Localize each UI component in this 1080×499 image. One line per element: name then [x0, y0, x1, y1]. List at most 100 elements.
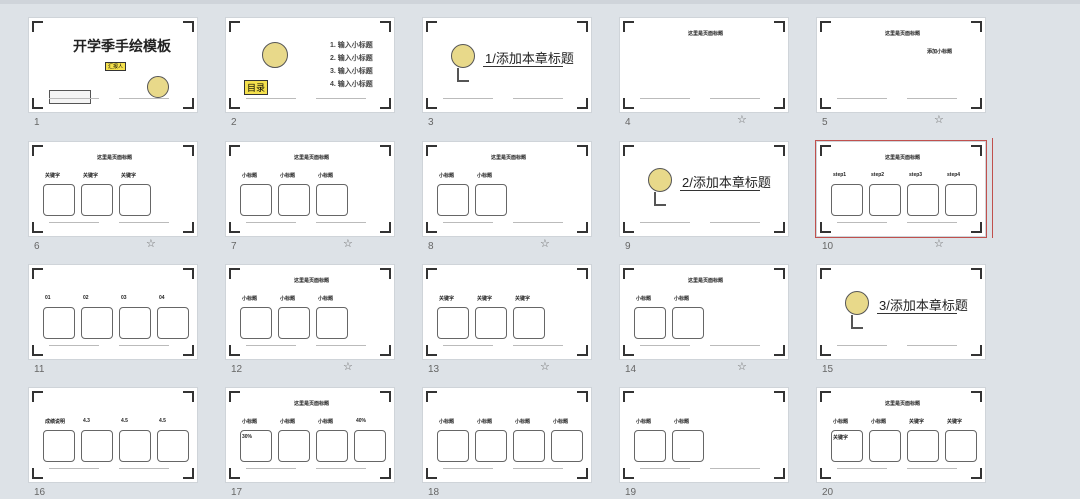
slide-number: 20 — [822, 487, 834, 498]
sketch-box — [316, 430, 348, 462]
globe-stand — [654, 192, 666, 206]
slide-thumbnail-12[interactable]: 这里是页面标题 小标题 小标题 小标题 — [225, 264, 395, 360]
corner-bracket-icon — [229, 98, 240, 109]
text-line — [837, 468, 887, 469]
animation-star-icon[interactable]: ☆ — [343, 239, 353, 250]
animation-star-icon[interactable]: ☆ — [737, 115, 747, 126]
sketch-box — [157, 430, 189, 462]
text-line — [246, 222, 296, 223]
corner-bracket-icon — [774, 345, 785, 356]
slide-thumbnail-19[interactable]: 小标题 小标题 — [619, 387, 789, 483]
corner-bracket-icon — [229, 145, 240, 156]
animation-star-icon[interactable]: ☆ — [540, 239, 550, 250]
slide-label: 小标题 — [242, 173, 258, 179]
slide-label: 02 — [83, 295, 89, 301]
slide-slot: 1. 输入小标题 2. 输入小标题 3. 输入小标题 4. 输入小标题 目录 2 — [225, 17, 395, 129]
corner-bracket-icon — [426, 98, 437, 109]
sketch-box — [119, 430, 151, 462]
text-line — [513, 222, 563, 223]
slide-number: 17 — [231, 487, 243, 498]
slide-thumbnail-13[interactable]: 关键字 关键字 关键字 — [422, 264, 592, 360]
slide-thumbnail-6[interactable]: 这里是页面标题 关键字 关键字 关键字 — [28, 141, 198, 237]
corner-bracket-icon — [426, 391, 437, 402]
corner-bracket-icon — [426, 468, 437, 479]
sketch-box — [81, 184, 113, 216]
corner-bracket-icon — [32, 145, 43, 156]
corner-bracket-icon — [623, 268, 634, 279]
slide-title: 2/添加本章标题 — [682, 175, 771, 190]
slide-thumbnail-17[interactable]: 这里是页面标题 小标题 小标题 小标题 40% 30% — [225, 387, 395, 483]
slide-thumbnail-14[interactable]: 这里是页面标题 小标题 小标题 — [619, 264, 789, 360]
slide-label: 01 — [45, 295, 51, 301]
slide-number: 18 — [428, 487, 440, 498]
corner-bracket-icon — [623, 391, 634, 402]
slide-number: 8 — [428, 241, 434, 252]
slide-thumbnail-16[interactable]: 成绩说明 4.3 4.5 4.5 — [28, 387, 198, 483]
corner-bracket-icon — [623, 468, 634, 479]
slide-number: 16 — [34, 487, 46, 498]
animation-star-icon[interactable]: ☆ — [737, 362, 747, 373]
slide-label: 关键字 — [477, 296, 493, 302]
corner-bracket-icon — [183, 391, 194, 402]
slide-thumbnail-10[interactable]: 这里是页面标题 step1 step2 step3 step4 — [815, 140, 987, 238]
animation-star-icon[interactable]: ☆ — [934, 239, 944, 250]
slide-thumbnail-20[interactable]: 这里是页面标题 小标题 小标题 关键字 关键字 关键字 — [816, 387, 986, 483]
sketch-box — [354, 430, 386, 462]
slide-number: 6 — [34, 241, 40, 252]
slide-thumbnail-11[interactable]: 01 02 03 04 — [28, 264, 198, 360]
slide-label: 小标题 — [833, 419, 849, 425]
slide-number: 11 — [34, 364, 45, 375]
slide-number: 3 — [428, 117, 434, 128]
slide-thumbnail-9[interactable]: 2/添加本章标题 — [619, 141, 789, 237]
globe-illustration — [147, 76, 169, 98]
corner-bracket-icon — [380, 98, 391, 109]
corner-bracket-icon — [32, 222, 43, 233]
slide-thumbnail-5[interactable]: 这里是页面标题 添加小标题 — [816, 17, 986, 113]
slide-label: 小标题 — [280, 419, 296, 425]
slide-slot: 这里是页面标题 小标题 小标题 小标题 12 ☆ — [225, 264, 395, 376]
text-line — [907, 98, 957, 99]
animation-star-icon[interactable]: ☆ — [540, 362, 550, 373]
slide-thumbnail-8[interactable]: 这里是页面标题 小标题 小标题 — [422, 141, 592, 237]
slide-thumbnail-7[interactable]: 这里是页面标题 小标题 小标题 小标题 — [225, 141, 395, 237]
slide-label: 4.5 — [159, 418, 166, 424]
corner-bracket-icon — [971, 391, 982, 402]
corner-bracket-icon — [426, 145, 437, 156]
sketch-box — [513, 307, 545, 339]
slide-number: 9 — [625, 241, 631, 252]
slide-slot: 2/添加本章标题 9 — [619, 141, 789, 253]
slide-thumbnail-4[interactable]: 这里是页面标题 — [619, 17, 789, 113]
corner-bracket-icon — [229, 391, 240, 402]
sketch-box — [43, 184, 75, 216]
page-header: 这里是页面标题 — [885, 401, 921, 407]
slide-label: 关键字 — [121, 173, 137, 179]
corner-bracket-icon — [380, 345, 391, 356]
corner-bracket-icon — [32, 21, 43, 32]
slide-slot: 这里是页面标题 小标题 小标题 关键字 关键字 关键字 20 — [816, 387, 986, 499]
text-line — [710, 222, 760, 223]
slide-title: 3/添加本章标题 — [879, 298, 968, 313]
corner-bracket-icon — [426, 345, 437, 356]
slide-slot: 开学季手绘模板 汇报人 1 — [28, 17, 198, 129]
slide-thumbnail-2[interactable]: 1. 输入小标题 2. 输入小标题 3. 输入小标题 4. 输入小标题 目录 — [225, 17, 395, 113]
corner-bracket-icon — [380, 145, 391, 156]
slide-thumbnail-15[interactable]: 3/添加本章标题 — [816, 264, 986, 360]
toc-item: 2. 输入小标题 — [330, 55, 373, 62]
corner-bracket-icon — [577, 468, 588, 479]
animation-star-icon[interactable]: ☆ — [934, 115, 944, 126]
animation-star-icon[interactable]: ☆ — [343, 362, 353, 373]
text-line — [640, 468, 690, 469]
corner-bracket-icon — [380, 222, 391, 233]
corner-bracket-icon — [183, 345, 194, 356]
corner-bracket-icon — [774, 268, 785, 279]
page-header: 这里是页面标题 — [885, 155, 921, 161]
slide-thumbnail-18[interactable]: 小标题 小标题 小标题 小标题 — [422, 387, 592, 483]
slide-thumbnail-3[interactable]: 1/添加本章标题 — [422, 17, 592, 113]
corner-bracket-icon — [971, 145, 982, 156]
corner-bracket-icon — [623, 21, 634, 32]
animation-star-icon[interactable]: ☆ — [146, 239, 156, 250]
corner-bracket-icon — [183, 468, 194, 479]
slide-thumbnail-1[interactable]: 开学季手绘模板 汇报人 — [28, 17, 198, 113]
slide-slot: 这里是页面标题 添加小标题 5 ☆ — [816, 17, 986, 129]
corner-bracket-icon — [577, 222, 588, 233]
